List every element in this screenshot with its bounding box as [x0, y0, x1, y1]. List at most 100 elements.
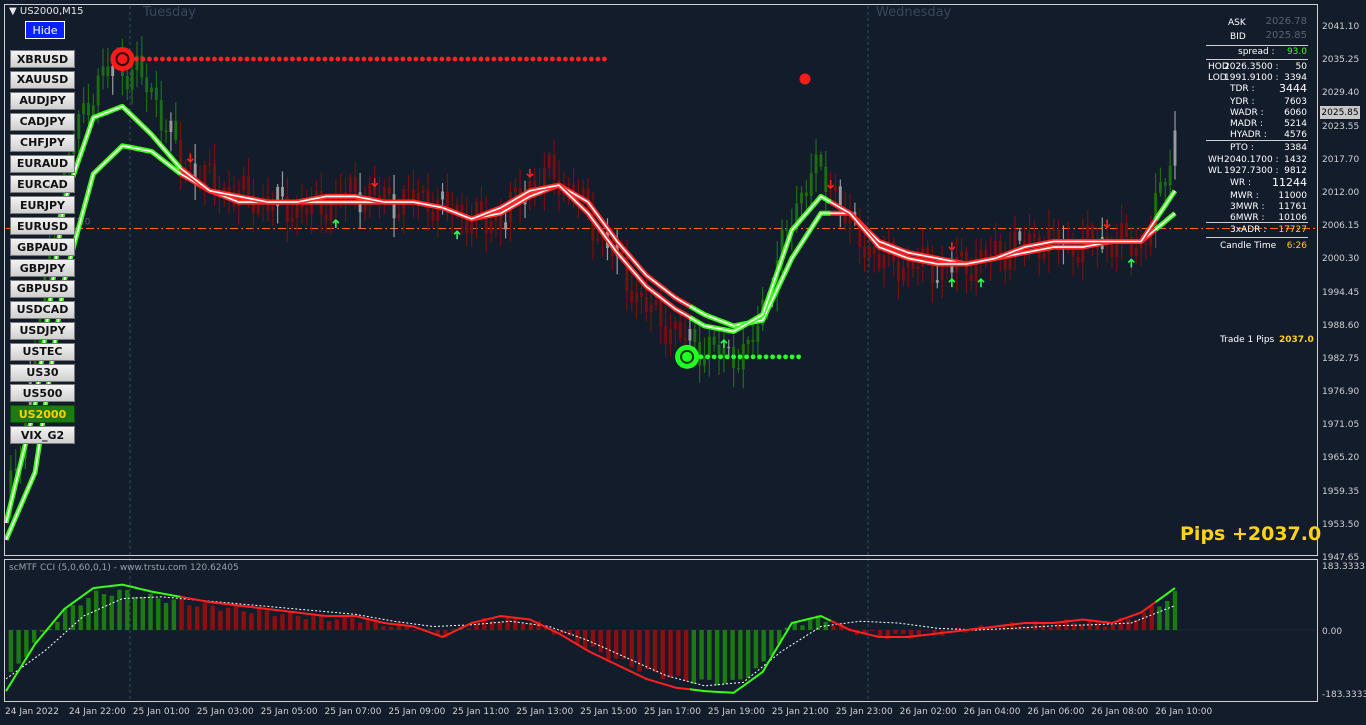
info-label: TDR :	[1230, 84, 1255, 94]
info-label: MWR :	[1230, 191, 1259, 201]
price-tick-label: 1994.45	[1322, 287, 1360, 298]
symbol-button-usdcad[interactable]: USDCAD	[10, 300, 75, 319]
info-value: 11761	[1278, 202, 1307, 212]
ask-value: 2026.78	[1265, 16, 1307, 27]
trade-pips-label: Trade 1 Pips	[1220, 335, 1275, 345]
cci-indicator-label: scMTF CCI (5,0,60,0,1) - www.trstu.com 1…	[9, 563, 239, 573]
info-value: 5214	[1284, 119, 1307, 129]
symbol-button-eurjpy[interactable]: EURJPY	[10, 196, 75, 215]
info-divider	[1206, 237, 1308, 238]
price-tick-label: 2041.10	[1322, 22, 1360, 32]
collapse-triangle-icon[interactable]: ▼	[9, 6, 20, 17]
symbol-button-gbpjpy[interactable]: GBPJPY	[10, 259, 75, 277]
time-tick-label: 24 Jan 2022	[5, 707, 59, 717]
info-label: WH	[1208, 155, 1224, 165]
price-tick-label: 2006.15	[1322, 221, 1360, 232]
price-panel-frame	[4, 4, 1318, 556]
time-tick-label: 26 Jan 02:00	[899, 707, 957, 717]
price-tick-label: 2029.40	[1322, 88, 1360, 99]
info-value: 11000	[1278, 191, 1307, 201]
info-label: MADR :	[1230, 119, 1263, 129]
info-divider	[1206, 140, 1308, 141]
info-value: 4576	[1284, 130, 1307, 140]
bid-value: 2025.85	[1265, 30, 1307, 41]
info-value: 9812	[1284, 166, 1307, 176]
time-tick-label: 25 Jan 13:00	[516, 707, 574, 717]
info-value: 3444	[1279, 82, 1307, 95]
info-value: 11244	[1272, 176, 1307, 189]
cci-tick-label: -183.3333	[1322, 690, 1366, 700]
info-label: WADR :	[1230, 108, 1264, 118]
symbol-button-audjpy[interactable]: AUDJPY	[10, 91, 75, 110]
symbol-button-vixg2[interactable]: VIX_G2	[10, 426, 75, 445]
info-label: 3xADR :	[1230, 225, 1267, 235]
time-tick-label: 26 Jan 08:00	[1091, 707, 1149, 717]
price-tick-label: 1976.90	[1322, 387, 1360, 398]
info-value: 6:26	[1286, 241, 1307, 251]
price-tick-label: 1959.35	[1322, 486, 1360, 497]
info-divider	[1206, 222, 1308, 223]
price-tick-label: 1988.60	[1322, 320, 1360, 331]
info-label: WL	[1208, 166, 1222, 176]
time-tick-label: 25 Jan 23:00	[835, 707, 893, 717]
info-label: WR :	[1230, 178, 1252, 188]
trade-pips-value: 2037.0	[1279, 335, 1314, 345]
price-tick-label: 1953.50	[1322, 519, 1360, 530]
symbol-button-us2000[interactable]: US2000	[10, 405, 75, 424]
time-tick-label: 25 Jan 01:00	[132, 707, 190, 717]
hide-button[interactable]: Hide	[25, 21, 65, 39]
time-tick-label: 25 Jan 07:00	[324, 707, 382, 717]
symbol-button-us500[interactable]: US500	[10, 384, 75, 403]
time-tick-label: 25 Jan 03:00	[196, 707, 254, 717]
price-tick-label: 2012.00	[1322, 187, 1360, 198]
bid-label: BID	[1230, 32, 1246, 42]
symbol-button-us30[interactable]: US30	[10, 363, 75, 382]
time-tick-label: 25 Jan 19:00	[707, 707, 765, 717]
symbol-button-eurusd[interactable]: EURUSD	[10, 217, 75, 236]
price-tick-label: 2017.70	[1322, 154, 1360, 165]
time-tick-label: 25 Jan 21:00	[771, 707, 829, 717]
symbol-button-eurcad[interactable]: EURCAD	[10, 175, 75, 194]
info-value: 1432	[1284, 155, 1307, 165]
day-label-wednesday: Wednesday	[876, 5, 952, 20]
time-tick-label: 25 Jan 17:00	[644, 707, 701, 717]
info-label: YDR :	[1230, 97, 1255, 107]
info-label: PTO :	[1230, 143, 1254, 153]
time-tick-label: 24 Jan 22:00	[68, 707, 126, 717]
symbol-button-ustec[interactable]: USTEC	[10, 342, 75, 361]
price-tick-label: 1982.75	[1322, 353, 1360, 364]
ask-label: ASK	[1228, 18, 1246, 28]
time-tick-label: 26 Jan 04:00	[963, 707, 1021, 717]
symbol-button-gbpusd[interactable]: GBPUSD	[10, 279, 75, 298]
symbol-button-gbpaud[interactable]: GBPAUD	[10, 238, 75, 257]
info-divider	[1206, 45, 1308, 46]
chart-title: ▼ US2000,M15	[9, 6, 84, 17]
time-tick-label: 26 Jan 06:00	[1027, 707, 1085, 717]
symbol-button-chfjpy[interactable]: CHFJPY	[10, 133, 75, 152]
cci-tick-label: 0.00	[1322, 627, 1343, 637]
symbol-button-euraud[interactable]: EURAUD	[10, 154, 75, 173]
price-tick-label: 1971.05	[1322, 420, 1360, 431]
metatrader-chart-window: 1.0 ▼ US2000,M15 Tuesday Wednesday Hide …	[0, 0, 1366, 725]
price-tick-label: 2000.30	[1322, 254, 1360, 265]
symbol-button-xauusd[interactable]: XAUUSD	[10, 70, 75, 89]
info-value: 50	[1295, 62, 1307, 72]
time-tick-label: 25 Jan 09:00	[388, 707, 446, 717]
current-price-tag: 2025.85	[1320, 106, 1360, 119]
info-value: 7603	[1284, 97, 1307, 107]
time-tick-label: 26 Jan 10:00	[1155, 707, 1213, 717]
price-tick-label: 2023.55	[1322, 121, 1360, 132]
spread-value: 93.0	[1286, 47, 1307, 57]
info-divider	[1206, 59, 1308, 60]
symbol-button-usdjpy[interactable]: USDJPY	[10, 321, 75, 340]
symbol-button-xbrusd[interactable]: XBRUSD	[10, 50, 75, 68]
time-tick-label: 25 Jan 11:00	[452, 707, 510, 717]
symbol-button-cadjpy[interactable]: CADJPY	[10, 112, 75, 131]
info-value: 3384	[1284, 143, 1307, 153]
cci-tick-label: 183.3333	[1322, 562, 1365, 572]
pips-banner: Pips +2037.0	[1180, 523, 1322, 545]
time-tick-label: 25 Jan 15:00	[580, 707, 638, 717]
cci-panel-frame	[4, 559, 1318, 702]
info-value: 6060	[1284, 108, 1307, 118]
price-tick-label: 2035.25	[1322, 55, 1360, 66]
